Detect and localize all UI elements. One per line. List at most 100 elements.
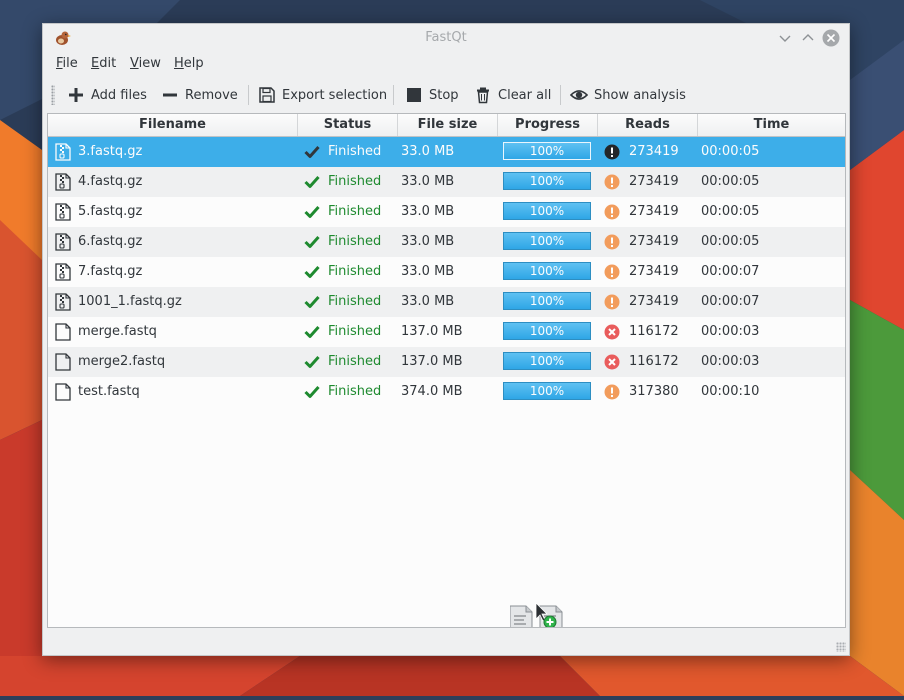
column-header-filename[interactable]: Filename [48, 114, 298, 136]
table-row[interactable]: merge2.fastq Finished 137.0 MB 100% 1161… [48, 347, 845, 377]
remove-label: Remove [185, 87, 238, 103]
fastqt-window: FastQt File Edit View Help Add files Rem… [42, 23, 850, 656]
filename-cell: 1001_1.fastq.gz [78, 294, 182, 309]
eye-icon [570, 90, 588, 100]
progress-label: 100% [529, 264, 565, 278]
files-table[interactable]: Filename Status File size Progress Reads… [47, 113, 846, 628]
drag-copy-icon [510, 602, 563, 627]
progress-label: 100% [529, 324, 565, 338]
table-row[interactable]: 4.fastq.gz Finished 33.0 MB 100% 273419 … [48, 167, 845, 197]
status-cell: Finished [328, 354, 382, 369]
column-header-time[interactable]: Time [698, 114, 845, 136]
save-icon [259, 87, 275, 103]
maximize-button[interactable] [799, 29, 817, 47]
column-header-file-size[interactable]: File size [398, 114, 498, 136]
menu-edit[interactable]: Edit [91, 56, 116, 71]
text-file-icon [55, 383, 71, 401]
filename-cell: test.fastq [78, 384, 140, 399]
resize-grip[interactable] [836, 642, 846, 652]
archive-file-icon [55, 143, 71, 161]
clear-all-label: Clear all [498, 87, 552, 103]
warning-icon [604, 144, 620, 160]
column-header-progress[interactable]: Progress [498, 114, 598, 136]
time-cell: 00:00:05 [701, 144, 760, 159]
warning-icon [604, 264, 620, 280]
progress-label: 100% [529, 204, 565, 218]
filename-cell: 6.fastq.gz [78, 234, 143, 249]
warning-icon [604, 234, 620, 250]
time-cell: 00:00:10 [701, 384, 760, 399]
file-size-cell: 374.0 MB [401, 384, 463, 399]
check-icon [304, 295, 320, 308]
show-analysis-button[interactable]: Show analysis [570, 83, 686, 107]
menu-help[interactable]: Help [174, 56, 204, 71]
progress-bar: 100% [503, 382, 591, 400]
progress-label: 100% [529, 354, 565, 368]
menu-help-mnemonic: H [174, 56, 184, 71]
menu-help-label: elp [183, 56, 204, 71]
stop-button[interactable]: Stop [405, 83, 459, 107]
status-cell: Finished [328, 384, 382, 399]
archive-file-icon [55, 263, 71, 281]
status-cell: Finished [328, 234, 382, 249]
reads-cell: 273419 [629, 234, 679, 249]
progress-label: 100% [529, 144, 565, 158]
table-row[interactable]: 6.fastq.gz Finished 33.0 MB 100% 273419 … [48, 227, 845, 257]
reads-cell: 273419 [629, 264, 679, 279]
progress-bar: 100% [503, 262, 591, 280]
menu-bar: File Edit View Help [43, 52, 849, 76]
status-bar [43, 630, 849, 655]
warning-icon [604, 174, 620, 190]
error-icon [604, 324, 620, 340]
warning-icon [604, 384, 620, 400]
table-row[interactable]: 5.fastq.gz Finished 33.0 MB 100% 273419 … [48, 197, 845, 227]
check-icon [304, 355, 320, 368]
reads-cell: 273419 [629, 294, 679, 309]
progress-bar: 100% [503, 202, 591, 220]
progress-bar: 100% [503, 172, 591, 190]
reads-cell: 273419 [629, 174, 679, 189]
title-bar[interactable]: FastQt [43, 24, 849, 52]
table-row[interactable]: 7.fastq.gz Finished 33.0 MB 100% 273419 … [48, 257, 845, 287]
column-header-status[interactable]: Status [298, 114, 398, 136]
clear-all-button[interactable]: Clear all [474, 83, 551, 107]
menu-view-label: iew [138, 56, 161, 71]
file-size-cell: 33.0 MB [401, 174, 455, 189]
filename-cell: 4.fastq.gz [78, 174, 143, 189]
progress-bar: 100% [503, 232, 591, 250]
table-row[interactable]: 3.fastq.gz Finished 33.0 MB 100% 273419 … [48, 137, 845, 167]
menu-view-mnemonic: V [130, 56, 139, 71]
table-row[interactable]: test.fastq Finished 374.0 MB 100% 317380… [48, 377, 845, 407]
trash-icon [477, 87, 489, 104]
file-size-cell: 33.0 MB [401, 204, 455, 219]
progress-bar: 100% [503, 292, 591, 310]
table-row[interactable]: merge.fastq Finished 137.0 MB 100% 11617… [48, 317, 845, 347]
column-header-reads[interactable]: Reads [598, 114, 698, 136]
time-cell: 00:00:05 [701, 204, 760, 219]
filename-cell: merge2.fastq [78, 354, 166, 369]
toolbar-separator [248, 85, 249, 105]
status-cell: Finished [328, 264, 382, 279]
toolbar-separator [560, 85, 561, 105]
reads-cell: 317380 [629, 384, 679, 399]
close-button[interactable] [822, 29, 840, 47]
filename-cell: 5.fastq.gz [78, 204, 143, 219]
archive-file-icon [55, 203, 71, 221]
remove-button[interactable]: Remove [161, 83, 238, 107]
reads-cell: 273419 [629, 204, 679, 219]
progress-label: 100% [529, 234, 565, 248]
file-size-cell: 137.0 MB [401, 354, 463, 369]
file-size-cell: 33.0 MB [401, 294, 455, 309]
add-files-button[interactable]: Add files [67, 83, 147, 107]
time-cell: 00:00:05 [701, 234, 760, 249]
table-row[interactable]: 1001_1.fastq.gz Finished 33.0 MB 100% 27… [48, 287, 845, 317]
add-icon [69, 88, 83, 102]
menu-file[interactable]: File [56, 56, 78, 71]
progress-bar: 100% [503, 322, 591, 340]
filename-cell: merge.fastq [78, 324, 157, 339]
minimize-button[interactable] [776, 29, 794, 47]
export-selection-button[interactable]: Export selection [258, 83, 387, 107]
menu-view[interactable]: View [130, 56, 161, 71]
window-title: FastQt [425, 30, 467, 45]
toolbar-grip[interactable] [51, 85, 55, 105]
